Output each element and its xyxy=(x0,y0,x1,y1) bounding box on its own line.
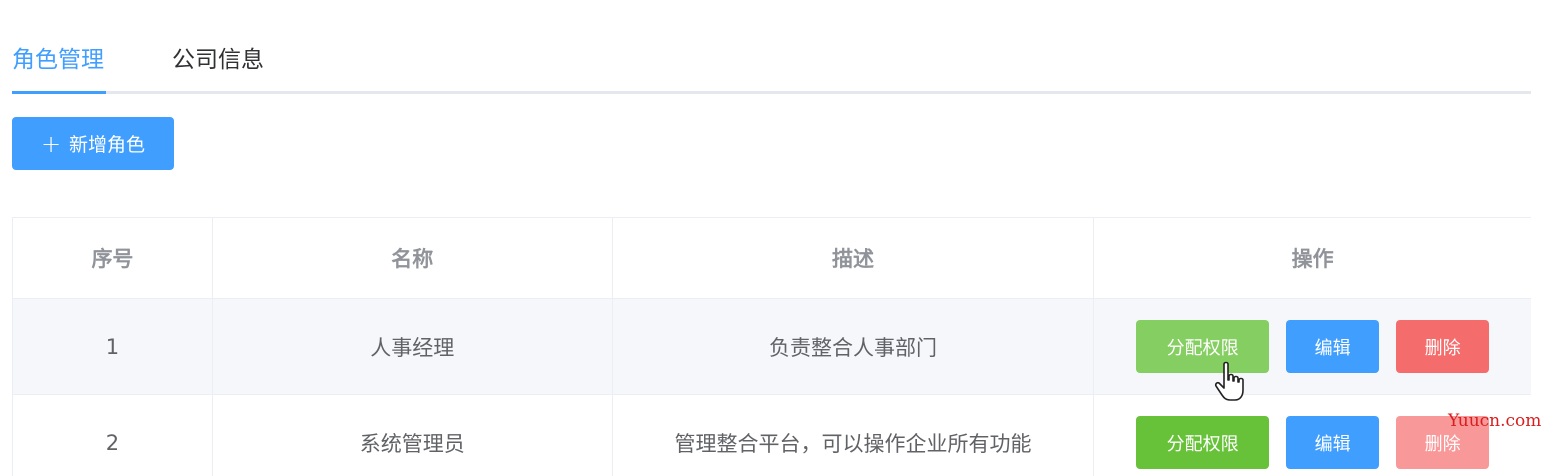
table-row: 1 人事经理 负责整合人事部门 分配权限 编辑 删除 xyxy=(13,299,1531,395)
hand-pointer-icon xyxy=(1214,361,1244,401)
column-header-actions: 操作 xyxy=(1291,247,1334,271)
roles-table: 序号 名称 描述 操作 1 人事经理 负责整合人事部门 分配权限 编辑 删除 2… xyxy=(12,217,1531,476)
table-row: 2 系统管理员 管理整合平台，可以操作企业所有功能 分配权限 编辑 删除 xyxy=(13,395,1531,476)
assign-permissions-button[interactable]: 分配权限 xyxy=(1136,320,1270,373)
tab-active-indicator xyxy=(12,91,106,94)
column-header-index: 序号 xyxy=(13,218,213,298)
cell-index: 1 xyxy=(13,299,213,394)
add-role-label: 新增角色 xyxy=(69,134,146,156)
column-header-description: 描述 xyxy=(613,218,1095,298)
watermark: Yuucn.com xyxy=(1448,411,1542,431)
tab-role-management[interactable]: 角色管理 xyxy=(12,38,106,90)
tabs: 角色管理 公司信息 xyxy=(12,38,1531,94)
page: 角色管理 公司信息 + 新增角色 序号 名称 描述 操作 1 人事经理 负责整合… xyxy=(0,0,1559,476)
plus-icon: + xyxy=(40,129,62,158)
column-header-name: 名称 xyxy=(213,218,613,298)
cell-actions: 分配权限 编辑 删除 xyxy=(1094,299,1531,394)
cell-actions: 分配权限 编辑 删除 xyxy=(1094,395,1531,476)
cell-name: 人事经理 xyxy=(213,299,613,394)
tabs-track xyxy=(12,91,1531,94)
table-header: 序号 名称 描述 操作 xyxy=(13,218,1531,299)
edit-button[interactable]: 编辑 xyxy=(1286,320,1380,373)
cell-name: 系统管理员 xyxy=(213,395,613,476)
tab-company-info[interactable]: 公司信息 xyxy=(172,38,264,90)
delete-button[interactable]: 删除 xyxy=(1396,320,1490,373)
assign-permissions-button[interactable]: 分配权限 xyxy=(1136,416,1270,469)
edit-button[interactable]: 编辑 xyxy=(1286,416,1380,469)
cell-description: 管理整合平台，可以操作企业所有功能 xyxy=(613,395,1095,476)
cell-description: 负责整合人事部门 xyxy=(613,299,1095,394)
cell-index: 2 xyxy=(13,395,213,476)
add-role-button[interactable]: + 新增角色 xyxy=(12,117,174,170)
